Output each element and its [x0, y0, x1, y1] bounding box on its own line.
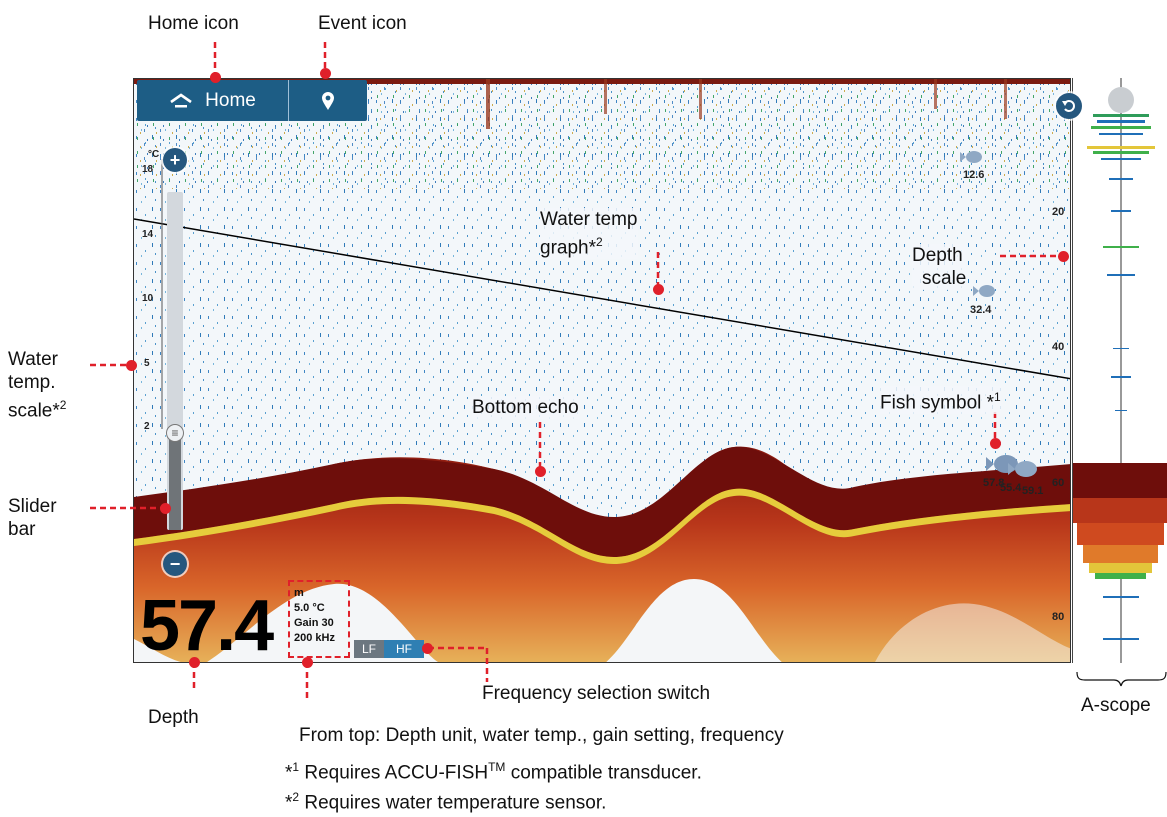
frequency-value: 200 kHz: [294, 632, 335, 644]
callout-frequency-switch: Frequency selection switch: [482, 683, 711, 704]
temp-tick-2: 2: [144, 421, 150, 432]
fish-depth-label: 59.1: [1022, 485, 1044, 497]
callout-dot: [535, 466, 546, 477]
depth-tick-20: 20: [1052, 206, 1065, 218]
gain-setting: Gain 30: [294, 617, 334, 629]
temp-tick-14: 14: [142, 229, 154, 240]
callout-dot: [990, 438, 1001, 449]
callout-water-temp-graph: Water temp graph*2: [540, 208, 638, 260]
depth-tick-80: 80: [1052, 611, 1065, 623]
slider-handle[interactable]: ≡: [166, 424, 184, 442]
callout-dot: [653, 284, 664, 295]
callout-dot: [1058, 251, 1069, 262]
a-scope-graph: [1073, 78, 1167, 663]
undo-icon: [1062, 100, 1075, 112]
callout-depth: Depth: [148, 707, 199, 728]
callout-dot: [302, 657, 313, 668]
callout-event-icon: Event icon: [318, 13, 407, 34]
footnote-2: *2 Requires water temperature sensor.: [285, 790, 607, 814]
depth-tick-60: 60: [1052, 477, 1065, 489]
frequency-selection-switch[interactable]: LF HF: [354, 640, 424, 658]
depth-tick-40: 40: [1052, 341, 1065, 353]
echogram-screen[interactable]: °C 18 14 10 5 2 20 40 60 80 12.6 32.4 57…: [133, 78, 1071, 663]
callout-depth-scale: Depth scale: [912, 244, 967, 290]
callout-from-top: From top: Depth unit, water temp., gain …: [299, 725, 784, 746]
freq-lf-option[interactable]: LF: [354, 640, 384, 658]
callout-a-scope: A-scope: [1081, 695, 1151, 716]
depth-unit: m: [294, 587, 304, 599]
depth-readout: 57.4: [140, 586, 274, 666]
freq-hf-option[interactable]: HF: [384, 640, 424, 658]
home-button[interactable]: Home: [137, 80, 289, 121]
callout-dot: [189, 657, 200, 668]
callout-slider-bar: Slider bar: [8, 496, 57, 540]
home-icon: [170, 92, 192, 107]
fish-depth-label: 12.6: [963, 169, 985, 181]
undo-button[interactable]: [1056, 93, 1082, 119]
callout-dot: [422, 643, 433, 654]
footnote-1: *1 Requires ACCU-FISHTM compatible trans…: [285, 760, 702, 784]
zoom-in-button[interactable]: +: [163, 148, 187, 172]
callout-dot: [160, 503, 171, 514]
temp-tick-18: 18: [142, 164, 154, 175]
home-event-toolbar: Home: [137, 80, 367, 121]
fish-depth-label: 32.4: [970, 304, 992, 316]
info-box: m 5.0 °C Gain 30 200 kHz: [288, 580, 350, 658]
fish-depth-label: 55.4: [1000, 482, 1022, 494]
map-pin-icon: [322, 91, 334, 110]
echogram-display: [134, 79, 1070, 662]
temp-tick-5: 5: [144, 358, 150, 369]
temp-tick-10: 10: [142, 293, 154, 304]
callout-dot: [210, 72, 221, 83]
plus-icon: +: [169, 149, 181, 170]
slider-fill: [169, 440, 181, 530]
minus-icon: −: [169, 553, 181, 574]
event-button[interactable]: [289, 80, 367, 121]
callout-water-temp-scale: Water temp. scale*2: [8, 349, 67, 422]
callout-home-icon: Home icon: [148, 13, 239, 34]
callout-dot: [320, 68, 331, 79]
temp-scale-unit: °C: [148, 149, 160, 160]
home-button-label: Home: [205, 89, 256, 111]
water-temp-value: 5.0 °C: [294, 602, 325, 614]
a-scope-display: [1072, 78, 1167, 663]
zoom-out-button[interactable]: −: [163, 552, 187, 576]
callout-bottom-echo: Bottom echo: [472, 396, 579, 419]
callout-fish-symbol: Fish symbol *1: [880, 386, 1001, 415]
callout-dot: [126, 360, 137, 371]
